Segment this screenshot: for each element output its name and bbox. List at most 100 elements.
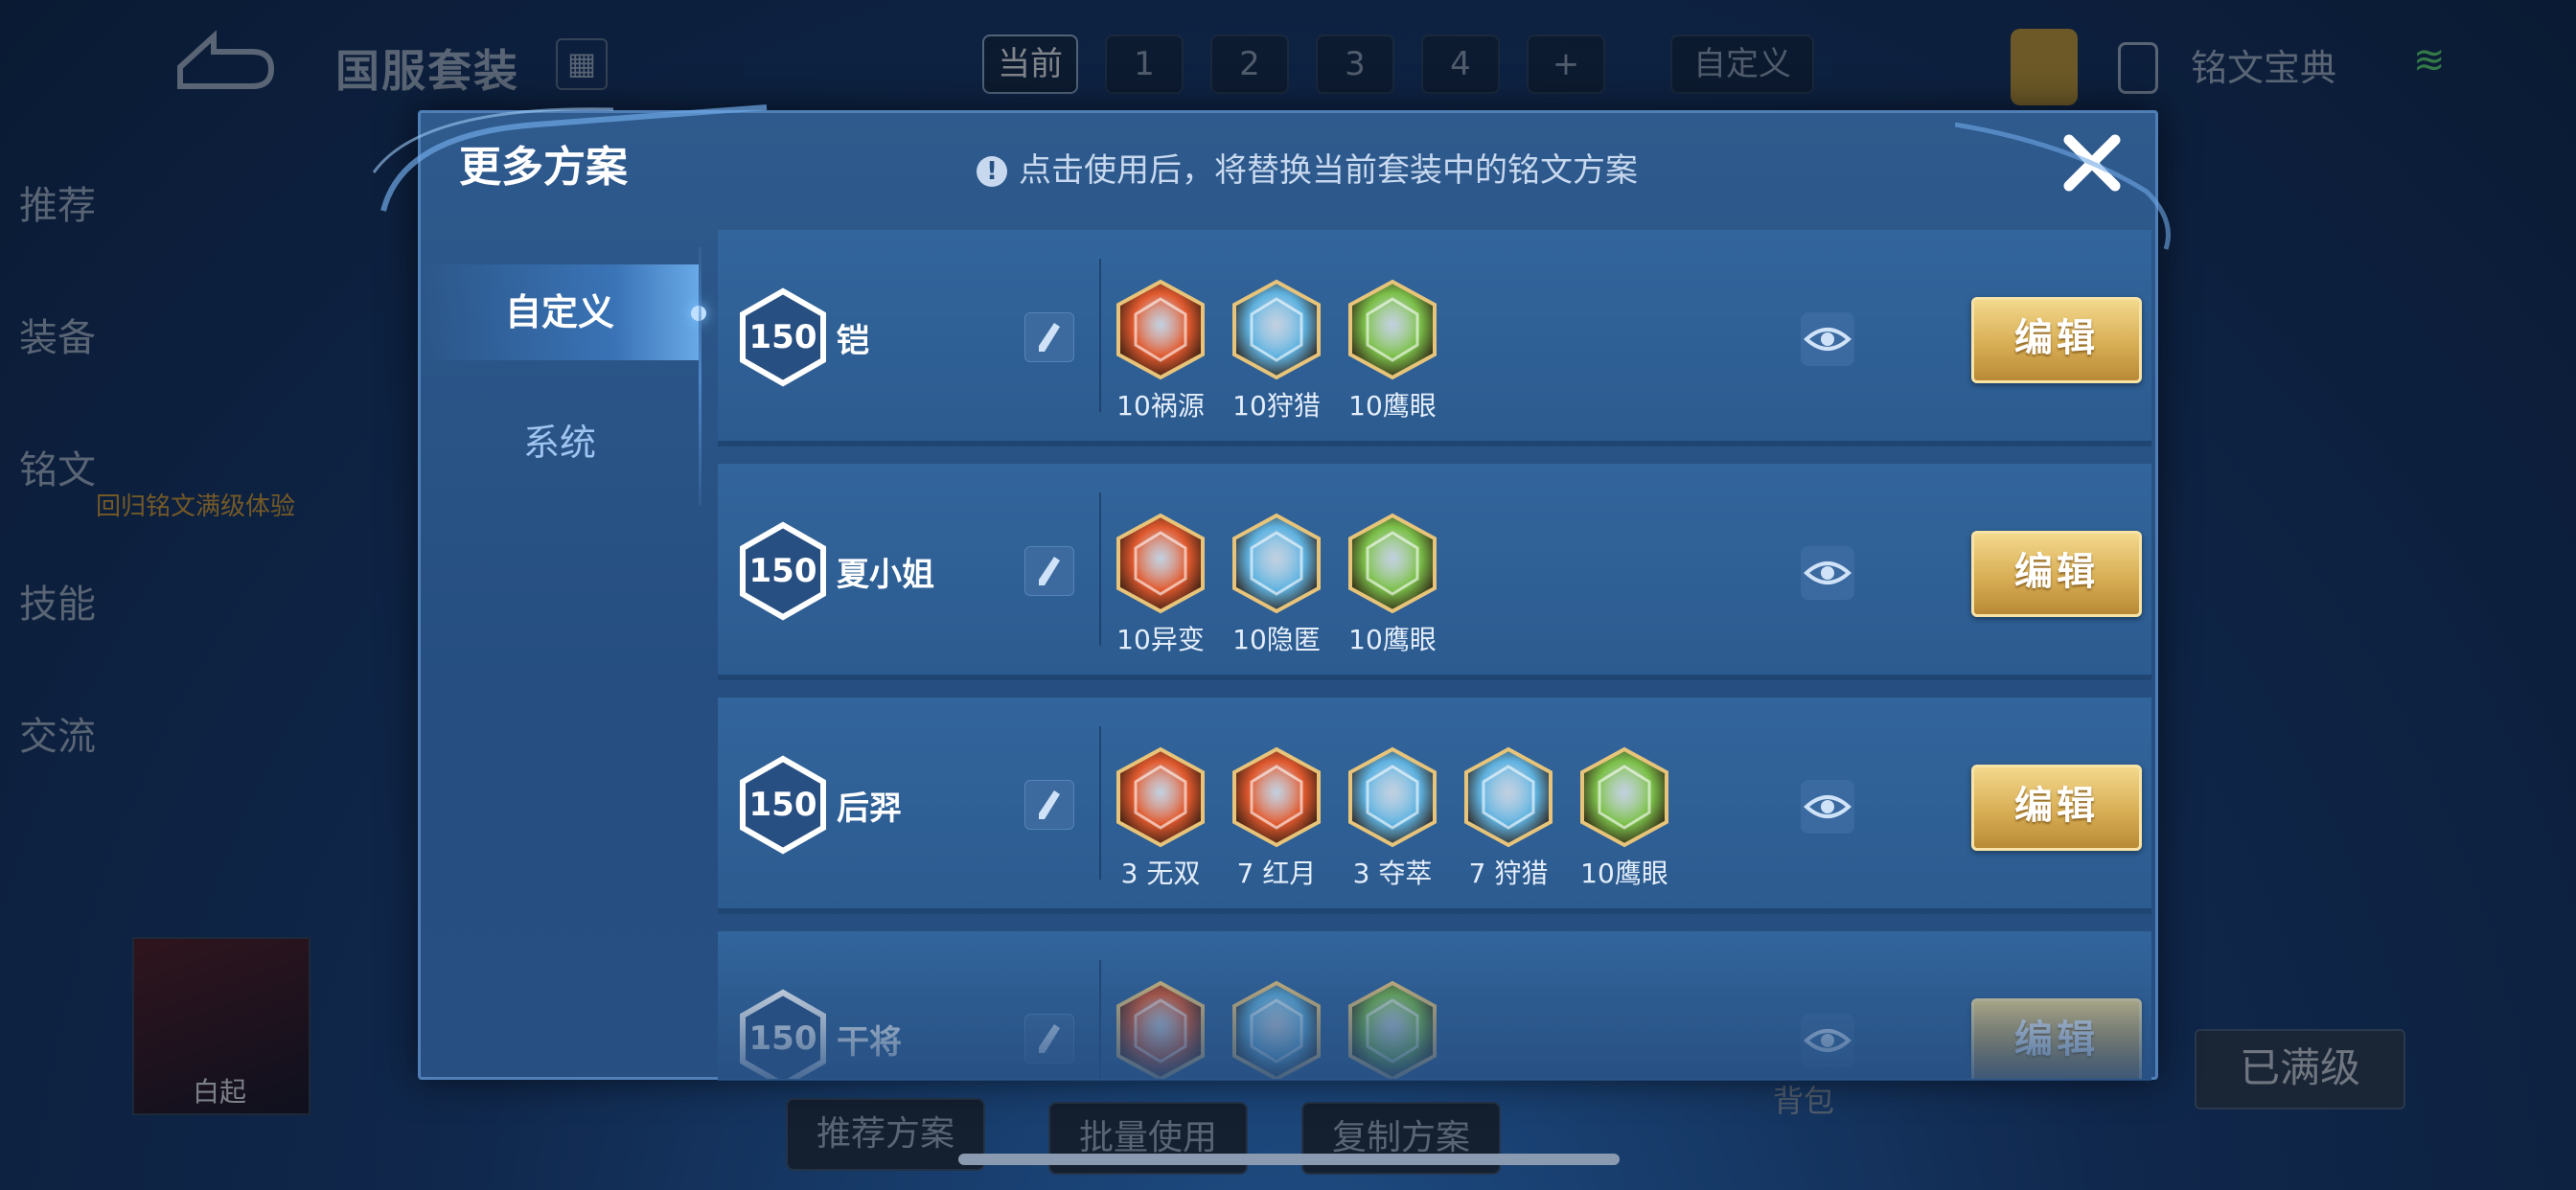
- edit-button[interactable]: 编辑: [1971, 765, 2142, 851]
- rune-count: 7: [1468, 858, 1495, 889]
- rune-item[interactable]: 10鹰眼: [1345, 512, 1440, 655]
- rune-item[interactable]: [1113, 979, 1208, 1079]
- edit-button[interactable]: 编辑: [1971, 531, 2142, 617]
- recommend-plan-button[interactable]: 推荐方案: [786, 1098, 986, 1171]
- nav-skills[interactable]: 技能: [19, 573, 96, 629]
- preview-button[interactable]: [1801, 312, 1854, 366]
- rune-name: 祸源: [1150, 390, 1205, 422]
- rune-icon: [1348, 513, 1437, 614]
- rune-item[interactable]: 7 红月: [1229, 745, 1324, 889]
- back-button[interactable]: [161, 29, 276, 96]
- rune-count: 10: [1348, 624, 1383, 655]
- eye-icon: [1804, 1029, 1852, 1052]
- rune-label: 10异变: [1093, 619, 1228, 657]
- rune-name: 鹰眼: [1382, 624, 1437, 655]
- rune-icon: [1348, 746, 1437, 848]
- edit-button[interactable]: 编辑: [1971, 998, 2142, 1079]
- preset-add-button[interactable]: +: [1527, 34, 1605, 94]
- rune-count: 10: [1348, 390, 1383, 422]
- rune-label: 7 狩猎: [1441, 853, 1576, 891]
- rune-label: 10祸源: [1093, 385, 1228, 423]
- preview-button[interactable]: [1801, 780, 1854, 834]
- plan-level: 150: [748, 552, 817, 590]
- plan-row[interactable]: 150 铠 编辑 10祸源 10狩猎 10鹰眼: [718, 230, 2151, 446]
- plan-level: 150: [748, 786, 817, 824]
- maxed-button[interactable]: 已满级: [2195, 1029, 2405, 1110]
- rune-name: 狩猎: [1494, 858, 1549, 889]
- plan-row[interactable]: 150 夏小姐 编辑 10异变 10隐匿 10鹰眼: [718, 464, 2151, 680]
- rename-button[interactable]: [1024, 312, 1074, 362]
- rune-icon: [1232, 513, 1321, 614]
- rune-count: 10: [1232, 624, 1267, 655]
- rune-label: 10鹰眼: [1325, 385, 1460, 423]
- bag-label[interactable]: 背包: [1773, 1077, 1834, 1121]
- grid-icon[interactable]: ▦: [556, 38, 608, 90]
- plan-list[interactable]: 150 铠 编辑 10祸源 10狩猎 10鹰眼 150 夏小姐 编辑 10异变 …: [718, 230, 2151, 1079]
- home-indicator: [958, 1154, 1620, 1165]
- set-title: 国服套装: [335, 45, 519, 97]
- preset-tab-4[interactable]: 4: [1421, 34, 1500, 94]
- rune-item[interactable]: [1229, 979, 1324, 1079]
- rune-icon: [1116, 279, 1205, 380]
- preset-tab-3[interactable]: 3: [1316, 34, 1394, 94]
- rename-button[interactable]: [1024, 1014, 1074, 1064]
- rune-label: 10狩猎: [1209, 385, 1344, 423]
- rune-label: 3 无双: [1093, 853, 1228, 891]
- preset-tab-2[interactable]: 2: [1210, 34, 1289, 94]
- dialog-title: 更多方案: [459, 143, 628, 192]
- dialog-hint: ! 点击使用后，将替换当前套装中的铭文方案: [977, 144, 1638, 191]
- rune-icon: [1348, 980, 1437, 1079]
- rune-count: 10: [1116, 624, 1151, 655]
- preview-button[interactable]: [1801, 1014, 1854, 1067]
- rune-name: 红月: [1262, 858, 1317, 889]
- preset-tab-1[interactable]: 1: [1105, 34, 1184, 94]
- preview-button[interactable]: [1801, 546, 1854, 600]
- rune-icon: [1232, 746, 1321, 848]
- rune-item[interactable]: 3 无双: [1113, 745, 1208, 889]
- dialog-hint-text: 点击使用后，将替换当前套装中的铭文方案: [1019, 151, 1638, 190]
- codex-button[interactable]: 铭文宝典: [2118, 38, 2336, 91]
- rune-name: 隐匿: [1266, 624, 1321, 655]
- rune-icon: [1348, 279, 1437, 380]
- eye-icon: [1804, 561, 1852, 584]
- nav-recommend[interactable]: 推荐: [19, 174, 96, 230]
- rune-item[interactable]: 10隐匿: [1229, 512, 1324, 655]
- nav-runes[interactable]: 铭文: [19, 439, 96, 494]
- eye-icon: [1804, 328, 1852, 351]
- rune-count: 3: [1352, 858, 1379, 889]
- nav-community[interactable]: 交流: [19, 705, 96, 761]
- rune-item[interactable]: 10鹰眼: [1345, 278, 1440, 422]
- preset-tab-custom[interactable]: 自定义: [1670, 34, 1814, 94]
- pen-icon: [1039, 557, 1060, 585]
- rename-button[interactable]: [1024, 546, 1074, 596]
- rune-item[interactable]: 10祸源: [1113, 278, 1208, 422]
- back-arrow-icon: [177, 30, 275, 89]
- tab-system[interactable]: 系统: [421, 395, 699, 491]
- rune-item[interactable]: 10鹰眼: [1576, 745, 1672, 889]
- close-button[interactable]: [2056, 126, 2128, 199]
- plan-row[interactable]: 150 干将 编辑: [718, 931, 2151, 1079]
- rename-button[interactable]: [1024, 780, 1074, 830]
- rune-name: 鹰眼: [1382, 390, 1437, 422]
- tab-custom-label: 自定义: [504, 291, 614, 333]
- rune-item[interactable]: 10狩猎: [1229, 278, 1324, 422]
- wifi-icon: ≋: [2413, 38, 2446, 82]
- edit-button[interactable]: 编辑: [1971, 297, 2142, 383]
- rune-item[interactable]: 7 狩猎: [1460, 745, 1556, 889]
- rune-item[interactable]: 3 夺萃: [1345, 745, 1440, 889]
- rune-label: 10隐匿: [1209, 619, 1344, 657]
- nav-equipment[interactable]: 装备: [19, 307, 96, 362]
- plan-level: 150: [748, 318, 817, 356]
- tab-custom[interactable]: 自定义: [421, 264, 706, 360]
- hero-skin-icon[interactable]: [2011, 29, 2078, 105]
- rune-label: 10鹰眼: [1325, 619, 1460, 657]
- preset-tab-current[interactable]: 当前: [982, 34, 1078, 94]
- rune-item[interactable]: [1345, 979, 1440, 1079]
- plan-row[interactable]: 150 后羿 编辑 3 无双 7 红月 3 夺萃 7 狩猎 10鹰眼: [718, 698, 2151, 914]
- top-bar: 国服套装 ▦ 当前 1 2 3 4 + 自定义 铭文宝典 ≋: [0, 0, 2576, 125]
- rune-count: 10: [1232, 390, 1267, 422]
- rune-item[interactable]: 10异变: [1113, 512, 1208, 655]
- rune-icon: [1116, 746, 1205, 848]
- rune-count: 7: [1236, 858, 1263, 889]
- hero-name: 白起: [192, 1076, 246, 1108]
